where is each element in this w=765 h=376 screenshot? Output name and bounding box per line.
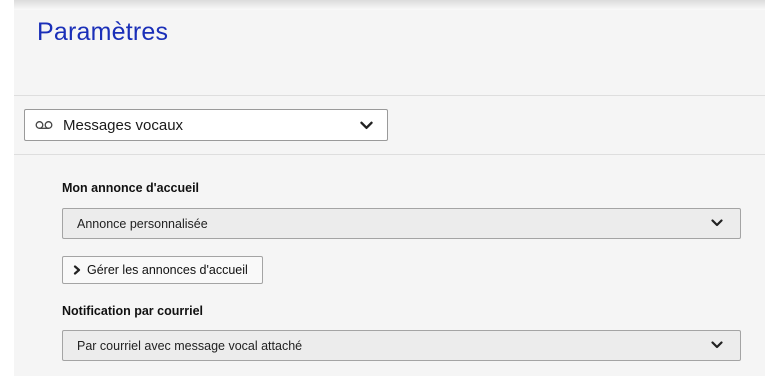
voicemail-icon bbox=[35, 120, 53, 130]
notification-dropdown-value: Par courriel avec message vocal attaché bbox=[77, 338, 303, 353]
greeting-label: Mon annonce d'accueil bbox=[62, 181, 200, 195]
chevron-down-icon bbox=[711, 341, 724, 350]
divider bbox=[14, 154, 765, 155]
chevron-down-icon bbox=[711, 219, 724, 228]
greeting-dropdown[interactable]: Annonce personnalisée bbox=[62, 208, 741, 239]
notification-label: Notification par courriel bbox=[62, 304, 203, 318]
manage-greetings-button[interactable]: Gérer les annonces d'accueil bbox=[62, 256, 263, 284]
section-dropdown-value: Messages vocaux bbox=[63, 116, 184, 134]
notification-dropdown[interactable]: Par courriel avec message vocal attaché bbox=[62, 330, 741, 361]
divider bbox=[14, 95, 765, 96]
section-dropdown[interactable]: Messages vocaux bbox=[24, 109, 388, 141]
chevron-right-icon bbox=[73, 265, 81, 275]
manage-greetings-label: Gérer les annonces d'accueil bbox=[87, 263, 248, 277]
greeting-dropdown-value: Annonce personnalisée bbox=[77, 216, 208, 231]
page-title: Paramètres bbox=[37, 18, 169, 46]
chevron-down-icon bbox=[360, 121, 373, 130]
